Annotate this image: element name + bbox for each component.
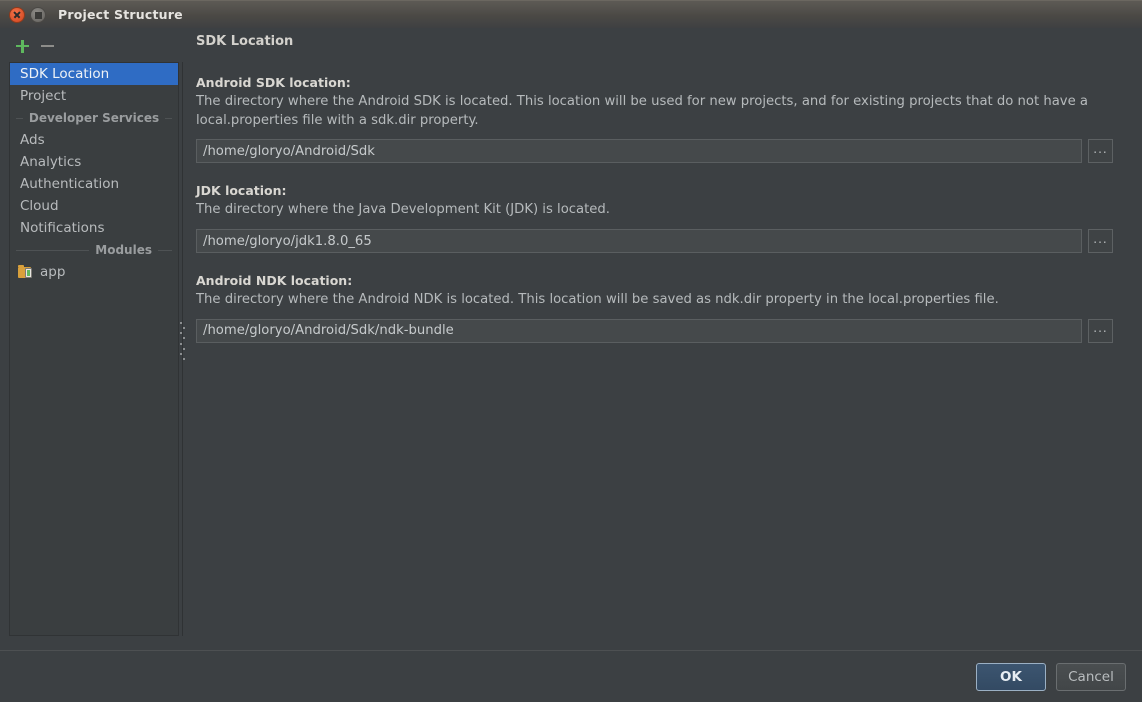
sidebar-item-label: Analytics <box>20 154 82 170</box>
title-bar: Project Structure <box>0 0 1142 28</box>
page-title: SDK Location <box>196 34 294 49</box>
sidebar-item-cloud[interactable]: Cloud <box>10 195 178 217</box>
sidebar-item-authentication[interactable]: Authentication <box>10 173 178 195</box>
main-panel: SDK Location Android SDK location: The d… <box>196 34 1136 634</box>
android-ndk-location-input[interactable] <box>196 318 1082 343</box>
group-separator-line <box>158 249 172 251</box>
sidebar-item-app[interactable]: app <box>10 261 178 283</box>
sidebar-item-label: app <box>40 264 66 280</box>
jdk-browse-button[interactable]: ... <box>1088 229 1113 254</box>
sidebar-item-ads[interactable]: Ads <box>10 129 178 151</box>
field-label: JDK location: <box>196 183 287 199</box>
window-title: Project Structure <box>58 7 183 22</box>
group-separator-line <box>16 117 23 119</box>
sidebar: SDK Location Project Developer Services … <box>9 62 179 636</box>
sidebar-toolbar <box>10 34 180 58</box>
sidebar-group-developer-services: Developer Services <box>10 107 178 129</box>
dialog-footer: OK Cancel <box>0 651 1142 702</box>
android-sdk-browse-button[interactable]: ... <box>1088 139 1113 164</box>
sidebar-group-label: Modules <box>95 243 152 257</box>
android-ndk-browse-button[interactable]: ... <box>1088 318 1113 343</box>
sidebar-item-project[interactable]: Project <box>10 85 178 107</box>
field-row: ... <box>196 139 1136 164</box>
sidebar-splitter[interactable] <box>179 62 187 636</box>
add-module-icon[interactable] <box>10 35 36 57</box>
field-jdk-location: JDK location: The directory where the Ja… <box>196 183 1136 254</box>
maximize-icon[interactable] <box>30 6 46 23</box>
field-description: The directory where the Android SDK is l… <box>196 94 1088 128</box>
field-android-sdk-location: Android SDK location: The directory wher… <box>196 75 1136 164</box>
sidebar-item-label: SDK Location <box>20 66 110 82</box>
sidebar-item-label: Notifications <box>20 220 105 236</box>
field-label: Android NDK location: <box>196 273 353 289</box>
module-folder-icon <box>18 265 34 279</box>
android-sdk-location-input[interactable] <box>196 139 1082 164</box>
ok-button[interactable]: OK <box>976 662 1046 691</box>
sidebar-item-label: Authentication <box>20 176 120 192</box>
sidebar-item-label: Ads <box>20 132 45 148</box>
sidebar-item-label: Cloud <box>20 198 59 214</box>
sidebar-item-analytics[interactable]: Analytics <box>10 151 178 173</box>
sidebar-item-notifications[interactable]: Notifications <box>10 217 178 239</box>
cancel-button[interactable]: Cancel <box>1056 662 1126 691</box>
remove-module-icon[interactable] <box>36 35 62 57</box>
field-label: Android SDK location: <box>196 75 351 90</box>
jdk-location-input[interactable] <box>196 229 1082 254</box>
field-row: ... <box>196 229 1136 254</box>
splitter-grip[interactable] <box>180 322 186 360</box>
field-description: The directory where the Java Development… <box>196 202 610 218</box>
field-description: The directory where the Android NDK is l… <box>196 292 999 308</box>
sidebar-group-label: Developer Services <box>28 111 160 125</box>
field-android-ndk-location: Android NDK location: The directory wher… <box>196 273 1136 343</box>
sidebar-item-sdk-location[interactable]: SDK Location <box>10 63 178 85</box>
project-structure-dialog: Project Structure SDK Location Project D… <box>0 0 1142 702</box>
group-separator-line <box>165 117 172 119</box>
group-separator-line <box>16 249 90 251</box>
sidebar-group-modules: Modules <box>10 239 178 261</box>
field-row: ... <box>196 318 1136 343</box>
close-icon[interactable] <box>9 6 25 23</box>
sidebar-item-label: Project <box>20 88 67 104</box>
